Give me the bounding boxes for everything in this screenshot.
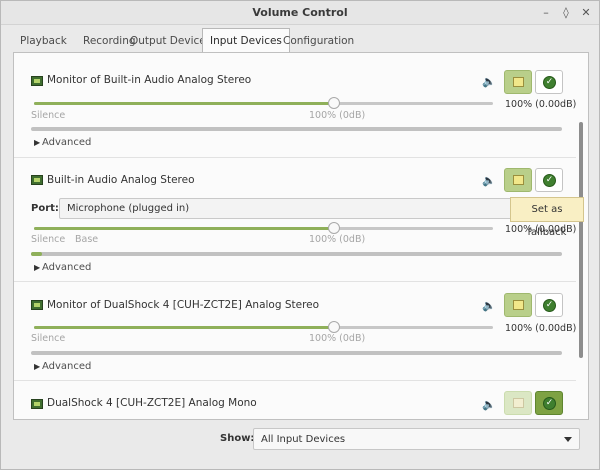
sound-card-icon <box>31 399 43 409</box>
peak-meter <box>31 127 562 131</box>
mute-icon[interactable]: 🔈 <box>482 300 496 312</box>
mute-icon[interactable]: 🔈 <box>482 76 496 88</box>
expander-arrow-icon: ▶ <box>34 362 41 371</box>
volume-control-window: Volume Control – ◊ ✕ Playback Recording … <box>0 0 600 470</box>
volume-slider-knob[interactable] <box>327 321 340 333</box>
scrollbar-thumb[interactable] <box>579 122 583 358</box>
mute-icon[interactable]: 🔈 <box>482 399 496 411</box>
port-label: Port: <box>31 203 59 214</box>
checkmark-icon: ✓ <box>543 174 556 187</box>
expander-arrow-icon: ▶ <box>34 263 41 272</box>
expander-arrow-icon: ▶ <box>34 138 41 147</box>
sound-card-icon <box>31 175 43 185</box>
lock-icon <box>513 77 524 87</box>
peak-meter-fill <box>31 252 42 256</box>
checkmark-icon: ✓ <box>543 299 556 312</box>
close-icon[interactable]: ✕ <box>578 5 594 21</box>
scrollbar[interactable] <box>578 64 586 412</box>
device-row: DualShock 4 [CUH-ZCT2E] Analog Mono 🔈 ✓ <box>14 381 576 419</box>
device-name: Built-in Audio Analog Stereo <box>47 174 195 186</box>
set-fallback-button[interactable]: ✓ <box>535 70 563 94</box>
volume-slider[interactable] <box>34 97 493 109</box>
volume-slider-knob[interactable] <box>327 222 340 234</box>
titlebar: Volume Control – ◊ ✕ <box>1 1 599 25</box>
lock-channels-button[interactable] <box>504 391 532 415</box>
base-label: Base <box>75 234 99 245</box>
port-value: Microphone (plugged in) <box>67 203 190 214</box>
checkmark-icon: ✓ <box>543 76 556 89</box>
lock-icon <box>513 398 524 408</box>
silence-label: Silence <box>31 234 66 245</box>
advanced-expander[interactable]: ▶ Advanced <box>34 361 91 372</box>
device-name: DualShock 4 [CUH-ZCT2E] Analog Mono <box>47 397 257 409</box>
advanced-label: Advanced <box>42 262 92 273</box>
device-row: Monitor of Built-in Audio Analog Stereo … <box>14 53 576 158</box>
show-filter-value: All Input Devices <box>261 434 346 445</box>
set-fallback-button[interactable]: ✓ <box>535 391 563 415</box>
advanced-label: Advanced <box>42 137 92 148</box>
show-label: Show: <box>220 433 255 444</box>
device-name: Monitor of Built-in Audio Analog Stereo <box>47 74 252 86</box>
tooltip: Set as fallback <box>510 197 584 238</box>
set-fallback-button[interactable]: ✓ <box>535 293 563 317</box>
set-fallback-button[interactable]: ✓ <box>535 168 563 192</box>
hundred-percent-label: 100% (0dB) <box>309 234 366 245</box>
port-select[interactable]: Microphone (plugged in) <box>59 198 529 219</box>
peak-meter <box>31 351 562 355</box>
silence-label: Silence <box>31 110 66 121</box>
sound-card-icon <box>31 300 43 310</box>
hundred-percent-label: 100% (0dB) <box>309 333 366 344</box>
window-title: Volume Control <box>252 6 348 19</box>
volume-slider[interactable] <box>34 222 493 234</box>
volume-value: 100% (0.00dB) <box>505 323 577 334</box>
volume-slider-knob[interactable] <box>327 97 340 109</box>
volume-value: 100% (0.00dB) <box>505 99 577 110</box>
volume-slider-fill <box>34 326 334 329</box>
maximize-icon[interactable]: ◊ <box>558 5 574 21</box>
mute-icon[interactable]: 🔈 <box>482 175 496 187</box>
minimize-icon[interactable]: – <box>538 5 554 21</box>
volume-slider-fill <box>34 227 334 230</box>
lock-icon <box>513 300 524 310</box>
lock-channels-button[interactable] <box>504 168 532 192</box>
advanced-expander[interactable]: ▶ Advanced <box>34 137 91 148</box>
sound-card-icon <box>31 76 43 86</box>
lock-channels-button[interactable] <box>504 70 532 94</box>
silence-label: Silence <box>31 333 66 344</box>
tab-playback[interactable]: Playback <box>13 30 74 52</box>
hundred-percent-label: 100% (0dB) <box>309 110 366 121</box>
lock-channels-button[interactable] <box>504 293 532 317</box>
volume-slider-fill <box>34 102 334 105</box>
advanced-label: Advanced <box>42 361 92 372</box>
chevron-down-icon <box>564 437 572 442</box>
tab-configuration[interactable]: Configuration <box>276 30 361 52</box>
lock-icon <box>513 175 524 185</box>
devices-panel: Monitor of Built-in Audio Analog Stereo … <box>13 52 589 420</box>
peak-meter <box>31 252 562 256</box>
advanced-expander[interactable]: ▶ Advanced <box>34 262 91 273</box>
footer: Show: All Input Devices <box>13 425 589 455</box>
show-filter-select[interactable]: All Input Devices <box>253 428 580 450</box>
checkmark-icon: ✓ <box>543 397 556 410</box>
volume-slider[interactable] <box>34 321 493 333</box>
device-row: Built-in Audio Analog Stereo 🔈 ✓ Port: M… <box>14 158 576 282</box>
device-name: Monitor of DualShock 4 [CUH-ZCT2E] Analo… <box>47 299 320 311</box>
device-row: Monitor of DualShock 4 [CUH-ZCT2E] Analo… <box>14 282 576 381</box>
